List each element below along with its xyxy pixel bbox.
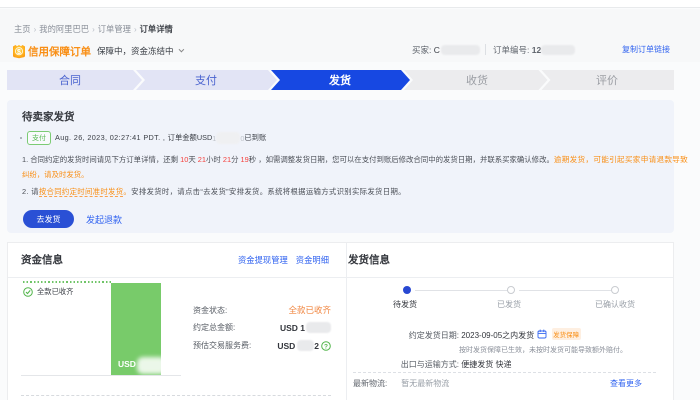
svg-text:收货: 收货	[466, 73, 488, 87]
svg-text:合同: 合同	[59, 73, 81, 87]
svg-text:评价: 评价	[596, 74, 618, 87]
svg-text:发货: 发货	[328, 73, 351, 87]
svg-text:$: $	[17, 49, 21, 56]
svg-text:支付: 支付	[195, 74, 217, 87]
svg-text:?: ?	[324, 343, 328, 350]
